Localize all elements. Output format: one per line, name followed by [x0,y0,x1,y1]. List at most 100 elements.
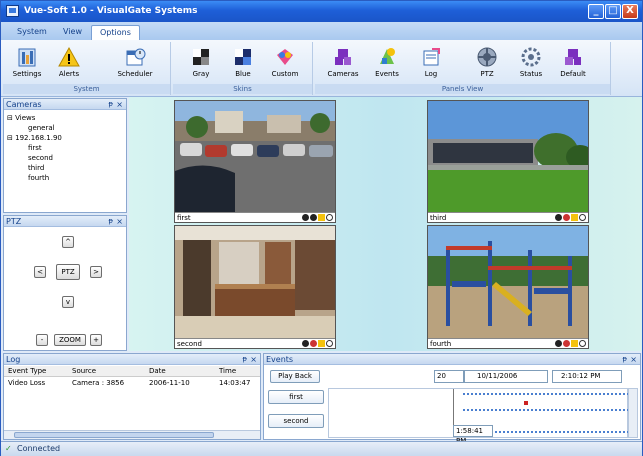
camera-feed-first [175,101,335,214]
blue-skin-button[interactable]: Blue [223,45,263,83]
snapshot-icon[interactable] [563,340,570,347]
record-icon[interactable] [302,214,309,221]
collapse-icon[interactable]: ⊟ [7,114,13,122]
ribbon-group-panels-view: Cameras Events Log PTZ Status Default Pa… [315,42,611,95]
tab-system[interactable]: System [9,25,55,40]
cameras-panel-button[interactable]: Cameras [323,45,363,83]
log-table-header: Event Type Source Date Time [4,366,260,377]
gray-skin-label: Gray [192,70,210,78]
camera-view-first[interactable]: first [174,100,336,223]
column-header[interactable]: Date [149,367,166,375]
maximize-button[interactable]: □ [605,4,621,19]
pin-icon[interactable]: ᵽ [242,354,247,365]
tab-options[interactable]: Options [91,25,140,40]
camera-view-second[interactable]: second [174,225,336,349]
minimize-button[interactable]: _ [588,4,604,19]
default-panel-button[interactable]: Default [553,45,593,83]
ptz-pane-title: PTZ [6,217,22,226]
log-panel-button[interactable]: Log [411,45,451,83]
status-panel-button[interactable]: Status [511,45,551,83]
close-pane-icon[interactable]: × [116,216,123,227]
ribbon-group-label: Panels View [315,84,610,94]
camera-footer: second [175,338,335,348]
event-camera-first[interactable]: first [268,390,324,404]
zoom-in-button[interactable]: + [90,334,102,346]
close-pane-icon[interactable]: × [250,354,257,365]
horizontal-scrollbar[interactable] [4,430,260,439]
zoom-label: ZOOM [54,334,86,346]
record-icon[interactable] [555,214,562,221]
tree-node-first[interactable]: first [28,144,42,152]
scheduler-icon [124,46,146,68]
ptz-panel-button[interactable]: PTZ [467,45,507,83]
camera-view-fourth[interactable]: fourth [427,225,589,349]
connected-icon: ✓ [5,444,12,453]
time-picker[interactable]: 2:10:12 PM [552,370,622,383]
close-button[interactable]: X [622,4,638,19]
gray-skin-icon [190,46,212,68]
gray-skin-button[interactable]: Gray [181,45,221,83]
event-marker[interactable] [524,401,528,405]
title-bar: Vue-Soft 1.0 - VisualGate Systems _ □ X [1,1,642,22]
blue-skin-label: Blue [235,70,251,78]
ptz-move-icon[interactable] [579,340,586,347]
snapshot-icon[interactable] [310,340,317,347]
column-header[interactable]: Source [72,367,96,375]
camera-view-third[interactable]: third [427,100,589,223]
ptz-down-button[interactable]: v [62,296,74,308]
vertical-scrollbar[interactable] [628,388,638,438]
column-header[interactable]: Event Type [8,367,46,375]
ptz-right-button[interactable]: > [90,266,102,278]
pin-icon[interactable]: ᵽ [108,99,113,110]
color-icon[interactable] [318,214,325,221]
events-timeline[interactable]: 1:58:41 PM [328,388,629,445]
ptz-center-button[interactable]: PTZ [56,264,80,280]
tree-node-general[interactable]: general [28,124,55,132]
record-icon[interactable] [302,340,309,347]
date-picker[interactable]: 10/11/2006 [464,370,548,383]
zoom-out-button[interactable]: - [36,334,48,346]
close-pane-icon[interactable]: × [116,99,123,110]
scrollbar-thumb[interactable] [14,432,214,438]
ptz-move-icon[interactable] [579,214,586,221]
tree-node-second[interactable]: second [28,154,53,162]
tree-node-views[interactable]: ⊟ Views [7,114,35,122]
tree-node-fourth[interactable]: fourth [28,174,49,182]
collapse-icon[interactable]: ⊟ [7,134,13,142]
pin-icon[interactable]: ᵽ [108,216,113,227]
event-count-input[interactable]: 20 [434,370,464,383]
pin-icon[interactable]: ᵽ [622,354,627,365]
camera-name: fourth [430,340,452,348]
ptz-move-icon[interactable] [326,214,333,221]
color-icon[interactable] [571,340,578,347]
snapshot-icon[interactable] [563,214,570,221]
table-cell: Camera : 3856 [72,379,125,387]
event-camera-second[interactable]: second [268,414,324,428]
play-back-button[interactable]: Play Back [270,370,320,383]
default-panel-label: Default [560,70,586,78]
column-header[interactable]: Time [219,367,236,375]
ptz-up-button[interactable]: ^ [62,236,74,248]
settings-button[interactable]: Settings [7,45,47,83]
camera-viewer: first third second fourth [129,97,642,351]
scheduler-button[interactable]: Scheduler [115,45,155,83]
color-icon[interactable] [318,340,325,347]
table-cell: Video Loss [8,379,46,387]
table-row[interactable]: Video Loss Camera : 3856 2006-11-10 14:0… [4,378,260,389]
tree-node-ip[interactable]: ⊟ 192.168.1.90 [7,134,62,142]
status-panel-label: Status [519,70,543,78]
tree-node-third[interactable]: third [28,164,44,172]
tab-view[interactable]: View [55,25,90,40]
alerts-button[interactable]: Alerts [49,45,89,83]
record-icon[interactable] [555,340,562,347]
ptz-left-button[interactable]: < [34,266,46,278]
events-panel-button[interactable]: Events [367,45,407,83]
alert-icon [58,46,80,68]
ptz-pane-header: PTZ ᵽ × [4,216,126,227]
custom-skin-button[interactable]: Custom [265,45,305,83]
snapshot-icon[interactable] [310,214,317,221]
ptz-move-icon[interactable] [326,340,333,347]
color-icon[interactable] [571,214,578,221]
close-pane-icon[interactable]: × [630,354,637,365]
settings-label: Settings [12,70,42,78]
